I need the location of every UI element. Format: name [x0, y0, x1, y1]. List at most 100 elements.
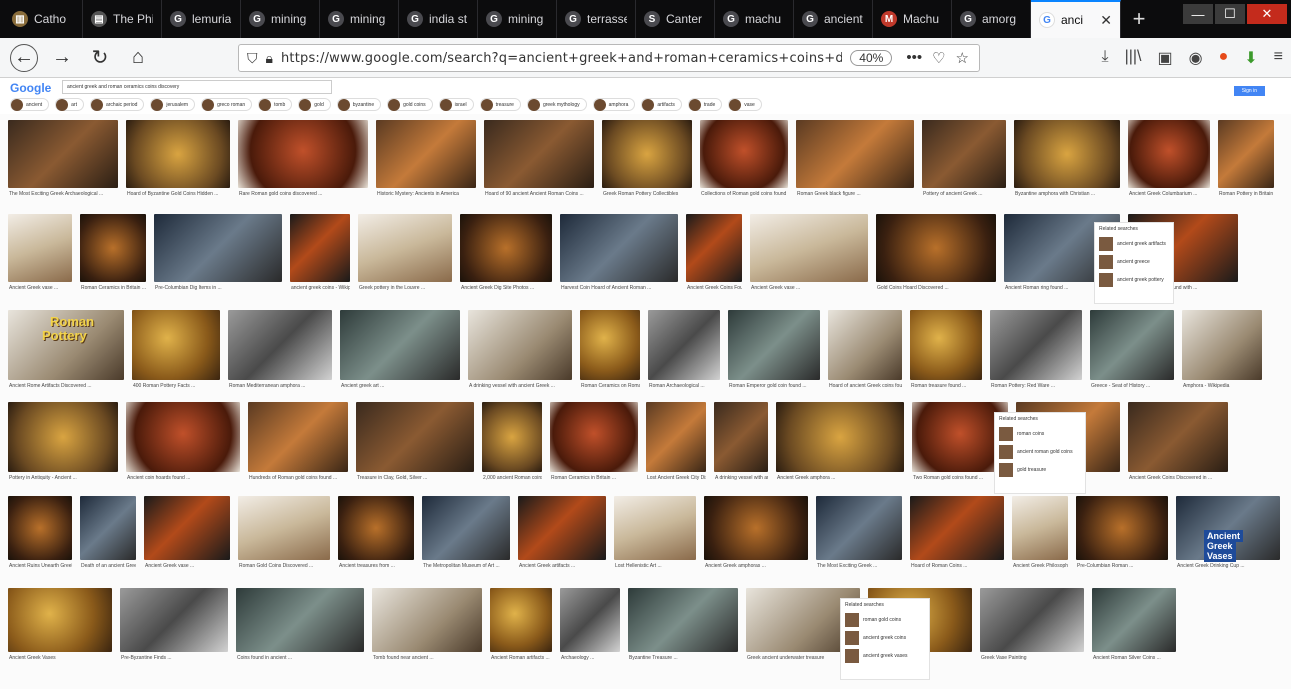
result-thumbnail[interactable]: [704, 496, 808, 560]
result-thumbnail[interactable]: [550, 402, 638, 472]
image-result[interactable]: Hundreds of Roman gold coins found ...: [248, 402, 348, 494]
image-result[interactable]: Hoard of Byzantine Gold Coins Hidden ...: [126, 120, 230, 210]
image-result[interactable]: Collections of Roman gold coins found in…: [700, 120, 788, 210]
image-result[interactable]: Ancient Greek Columbarium ...: [1128, 120, 1210, 210]
result-caption[interactable]: Roman Mediterranean amphora ...: [229, 383, 332, 389]
result-caption[interactable]: Death of an ancient Greek ...: [81, 563, 136, 569]
tab-0[interactable]: ▥ Catho: [4, 0, 83, 38]
image-result[interactable]: Byzantine amphora with Christian ...: [1014, 120, 1120, 210]
result-caption[interactable]: The Metropolitan Museum of Art ...: [423, 563, 510, 569]
result-caption[interactable]: Ancient Ruins Unearth Greek ...: [9, 563, 72, 569]
result-thumbnail[interactable]: [8, 496, 72, 560]
result-thumbnail[interactable]: [460, 214, 552, 282]
search-input[interactable]: ancient greek and roman ceramics coins d…: [62, 80, 332, 94]
result-caption[interactable]: Lost Hellenistic Art ...: [615, 563, 696, 569]
filter-chip[interactable]: gold: [298, 98, 331, 111]
result-thumbnail[interactable]: [154, 214, 282, 282]
result-thumbnail[interactable]: [628, 588, 738, 652]
result-caption[interactable]: ancient greek coins - Wikipedia: [291, 285, 350, 291]
image-result[interactable]: Hoard of ancient Greek coins found ...: [828, 310, 902, 402]
pocket-icon[interactable]: ♡: [932, 49, 945, 67]
image-result[interactable]: Roman Gold Coins Discovered ...: [238, 496, 330, 582]
image-result[interactable]: Roman Emperor gold coin found ...: [728, 310, 820, 402]
image-result[interactable]: Ancient Roman Silver Coins ...: [1092, 588, 1176, 674]
result-caption[interactable]: Hoard of Byzantine Gold Coins Hidden ...: [127, 191, 230, 197]
result-caption[interactable]: Tomb found near ancient ...: [373, 655, 482, 661]
bookmark-star-icon[interactable]: ☆: [956, 49, 969, 67]
image-result[interactable]: Hoard of Roman Coins ...: [910, 496, 1004, 582]
related-search-item[interactable]: ancient greek artifacts: [1095, 235, 1173, 253]
image-result[interactable]: Roman treasure found ...: [910, 310, 982, 402]
result-thumbnail[interactable]: [238, 120, 368, 188]
result-thumbnail[interactable]: [922, 120, 1006, 188]
related-search-item[interactable]: ancient greek pottery: [1095, 271, 1173, 289]
sidebar-icon[interactable]: ▣: [1157, 48, 1172, 68]
result-caption[interactable]: Roman Greek black figure ...: [797, 191, 914, 197]
image-result[interactable]: The Most Exciting Greek Archaeological .…: [8, 120, 118, 210]
result-caption[interactable]: Pottery of ancient Greek ...: [923, 191, 1006, 197]
image-result[interactable]: Roman Pottery in Britain ...: [1218, 120, 1274, 210]
result-caption[interactable]: Gold Coins Hoard Discovered ...: [877, 285, 996, 291]
tab-3[interactable]: Gmining: [241, 0, 320, 38]
image-result[interactable]: Coins found in ancient ...: [236, 588, 364, 674]
filter-chip[interactable]: greek mythology: [526, 98, 587, 111]
filter-chip[interactable]: artifacts: [641, 98, 682, 111]
filter-chip[interactable]: tomb: [258, 98, 293, 111]
result-caption[interactable]: Greek Roman Pottery Collectibles: [603, 191, 692, 197]
result-caption[interactable]: Roman Pottery in Britain ...: [1219, 191, 1274, 197]
result-caption[interactable]: The Most Exciting Greek Archaeological .…: [9, 191, 118, 197]
tab-7[interactable]: Gterrasse: [557, 0, 636, 38]
result-thumbnail[interactable]: [228, 310, 332, 380]
result-caption[interactable]: Ancient Greek Philosophy ...: [1013, 563, 1068, 569]
image-result[interactable]: Ancient Greek vase ...: [144, 496, 230, 582]
filter-chip[interactable]: jerusalem: [150, 98, 196, 111]
image-result[interactable]: Roman Ceramics in Britain ...: [550, 402, 638, 494]
image-result[interactable]: Pre-Columbian Dig Items in ...: [154, 214, 282, 304]
result-thumbnail[interactable]: [358, 214, 452, 282]
tab-4[interactable]: Gmining: [320, 0, 399, 38]
tab-1[interactable]: ▤ The Phi: [83, 0, 162, 38]
result-thumbnail[interactable]: [990, 310, 1082, 380]
maximize-icon[interactable]: ☐: [1215, 4, 1245, 24]
result-thumbnail[interactable]: [560, 214, 678, 282]
related-search-item[interactable]: roman gold coins: [841, 611, 929, 629]
result-thumbnail[interactable]: [236, 588, 364, 652]
result-thumbnail[interactable]: [518, 496, 606, 560]
filter-chip[interactable]: greco roman: [201, 98, 253, 111]
image-result[interactable]: Ancient Ruins Unearth Greek ...: [8, 496, 72, 582]
image-result[interactable]: Greek Vase Painting: [980, 588, 1084, 674]
image-result[interactable]: Pottery of ancient Greek ...: [922, 120, 1006, 210]
image-result[interactable]: Ancient Greek vase ...: [750, 214, 868, 304]
result-thumbnail[interactable]: [750, 214, 868, 282]
result-caption[interactable]: Roman Emperor gold coin found ...: [729, 383, 820, 389]
image-result[interactable]: Tomb found near ancient ...: [372, 588, 482, 674]
result-caption[interactable]: Ancient Greek Columbarium ...: [1129, 191, 1210, 197]
result-thumbnail[interactable]: [648, 310, 720, 380]
tab-9[interactable]: Gmachu: [715, 0, 794, 38]
close-tab-icon[interactable]: ✕: [1100, 12, 1112, 29]
result-caption[interactable]: Hoard of ancient Greek coins found ...: [829, 383, 902, 389]
image-result[interactable]: Pre-Columbian Roman ...: [1076, 496, 1168, 582]
image-result[interactable]: Ancient greek art ...: [340, 310, 460, 402]
result-caption[interactable]: Ancient treasures from ...: [339, 563, 414, 569]
lock-icon[interactable]: 🔒︎: [266, 50, 273, 67]
result-caption[interactable]: Harvest Coin Hoard of Ancient Roman ...: [561, 285, 678, 291]
image-result[interactable]: Ancient Greek Coins Discovered in ...: [1128, 402, 1228, 494]
result-caption[interactable]: Greece - Seat of History ...: [1091, 383, 1174, 389]
result-thumbnail[interactable]: [602, 120, 692, 188]
result-thumbnail[interactable]: [828, 310, 902, 380]
result-caption[interactable]: Ancient Greek Vases: [9, 655, 112, 661]
result-caption[interactable]: Ancient Rome Artifacts Discovered ...: [9, 383, 124, 389]
image-result[interactable]: Hoard of 90 ancient Ancient Roman Coins …: [484, 120, 594, 210]
image-result[interactable]: The Most Exciting Greek ...: [816, 496, 902, 582]
tab-6[interactable]: Gmining: [478, 0, 557, 38]
result-caption[interactable]: Lost Ancient Greek City Discovered ...: [647, 475, 706, 481]
result-thumbnail[interactable]: [1076, 496, 1168, 560]
result-thumbnail[interactable]: [290, 214, 350, 282]
image-result[interactable]: Greek pottery in the Louvre ...: [358, 214, 452, 304]
result-thumbnail[interactable]: [1128, 402, 1228, 472]
result-thumbnail[interactable]: [560, 588, 620, 652]
tab-2[interactable]: Glemuria: [162, 0, 241, 38]
result-thumbnail[interactable]: [1182, 310, 1262, 380]
image-result[interactable]: Lost Hellenistic Art ...: [614, 496, 696, 582]
